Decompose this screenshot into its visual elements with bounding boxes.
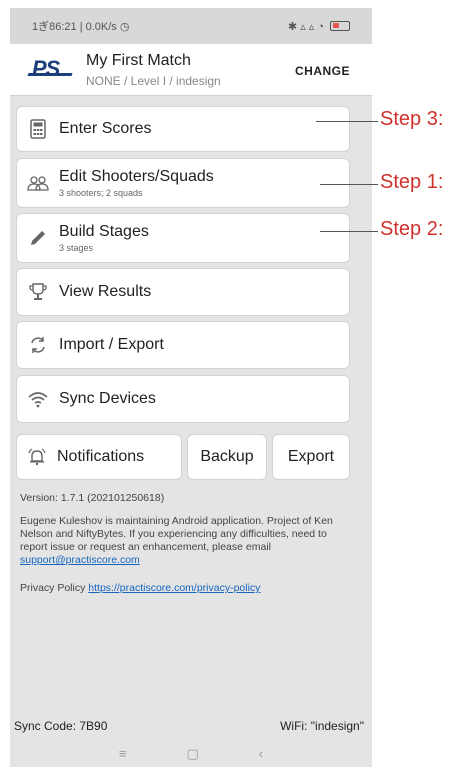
- notifications-label: Notifications: [57, 448, 145, 465]
- sync-code: Sync Code: 7B90: [14, 719, 108, 733]
- build-stages-button[interactable]: Build Stages 3 stages: [16, 213, 350, 263]
- status-icons: ✱ ▵ ▵ ◔: [287, 20, 324, 33]
- step2-annotation: Step 2:: [380, 218, 444, 240]
- sync-devices-label: Sync Devices: [59, 390, 156, 407]
- edit-shooters-button[interactable]: Edit Shooters/Squads 3 shooters; 2 squad…: [16, 158, 350, 208]
- backup-button[interactable]: Backup: [187, 434, 267, 480]
- build-stages-sub: 3 stages: [59, 243, 94, 253]
- privacy-label: Privacy Policy: [20, 582, 86, 594]
- build-stages-label: Build Stages: [59, 223, 149, 240]
- backup-label: Backup: [200, 448, 254, 465]
- export-button[interactable]: Export: [272, 434, 350, 480]
- support-email-link[interactable]: support@practiscore.com: [20, 554, 140, 566]
- practiscore-logo: PS: [32, 56, 60, 81]
- about-body: Eugene Kuleshov is maintaining Android a…: [20, 515, 333, 553]
- view-results-label: View Results: [59, 283, 152, 300]
- step1-annotation: Step 1:: [380, 171, 444, 193]
- privacy-row: Privacy Policy https://practiscore.com/p…: [20, 582, 350, 595]
- pencil-icon: [27, 227, 49, 249]
- app-header: PS My First Match NONE / Level I / indes…: [10, 44, 372, 96]
- import-export-label: Import / Export: [59, 336, 164, 353]
- export-label: Export: [287, 448, 335, 465]
- people-icon: [27, 172, 49, 194]
- change-button[interactable]: CHANGE: [295, 64, 350, 78]
- sync-bar: Sync Code: 7B90 WiFi: "indesign": [10, 714, 372, 738]
- wifi-name: WiFi: "indesign": [280, 719, 364, 733]
- status-right: ✱ ▵ ▵ ◔: [288, 20, 350, 33]
- calculator-icon: [27, 118, 49, 140]
- step1-pointer-line: [320, 184, 378, 185]
- step3-annotation: Step 3:: [380, 108, 444, 130]
- about-text: Eugene Kuleshov is maintaining Android a…: [20, 515, 350, 567]
- trophy-icon: [27, 281, 49, 303]
- status-bar: 1ぎ86:21 | 0.0K/s ◷ ✱ ▵ ▵ ◔: [10, 8, 372, 44]
- bell-icon: [27, 447, 47, 467]
- wifi-icon: [27, 388, 49, 410]
- view-results-button[interactable]: View Results: [16, 268, 350, 316]
- sync-arrows-icon: [27, 334, 49, 356]
- version-text: Version: 1.7.1 (202101250618): [20, 492, 165, 504]
- step2-pointer-line: [320, 231, 378, 232]
- battery-icon: [330, 21, 350, 31]
- android-nav-bar: ≡ ▢ ‹: [10, 740, 372, 767]
- enter-scores-label: Enter Scores: [59, 120, 152, 137]
- step3-pointer-line: [316, 121, 378, 122]
- recents-nav-icon[interactable]: ≡: [119, 746, 127, 761]
- status-left: 1ぎ86:21 | 0.0K/s ◷: [32, 21, 130, 33]
- match-title: My First Match: [86, 52, 191, 69]
- home-nav-icon[interactable]: ▢: [186, 746, 198, 762]
- edit-shooters-sub: 3 shooters; 2 squads: [59, 188, 143, 198]
- privacy-policy-link[interactable]: https://practiscore.com/privacy-policy: [88, 582, 260, 594]
- edit-shooters-label: Edit Shooters/Squads: [59, 168, 214, 185]
- sync-devices-button[interactable]: Sync Devices: [16, 375, 350, 423]
- match-subtitle: NONE / Level I / indesign: [86, 74, 221, 88]
- enter-scores-button[interactable]: Enter Scores: [16, 106, 350, 152]
- notifications-button[interactable]: Notifications: [16, 434, 182, 480]
- import-export-button[interactable]: Import / Export: [16, 321, 350, 369]
- back-nav-icon[interactable]: ‹: [259, 746, 263, 761]
